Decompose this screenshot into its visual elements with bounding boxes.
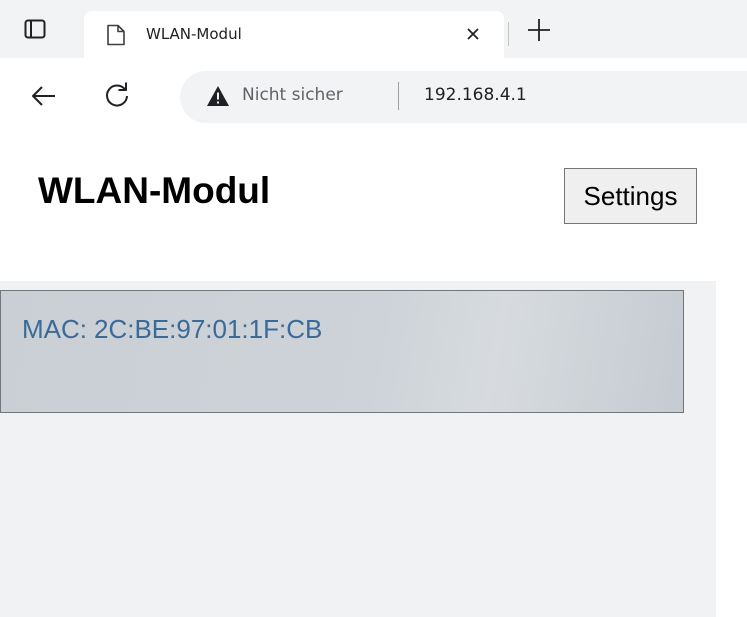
- page-title: WLAN-Modul: [38, 170, 271, 211]
- browser-toolbar: Nicht sicher 192.168.4.1: [0, 58, 747, 190]
- mac-address-text: MAC: 2C:BE:97:01:1F:CB: [22, 314, 322, 345]
- page-content: WLAN-Modul Settings MAC: 2C:BE:97:01:1F:C…: [0, 132, 747, 617]
- settings-button[interactable]: Settings: [564, 168, 697, 224]
- mac-value: 2C:BE:97:01:1F:CB: [94, 314, 323, 344]
- window-icon: [24, 19, 46, 39]
- mac-label: MAC:: [22, 314, 87, 344]
- warning-icon[interactable]: [206, 85, 230, 107]
- security-status-label[interactable]: Nicht sicher: [242, 85, 343, 105]
- url-text[interactable]: 192.168.4.1: [424, 85, 527, 105]
- reload-icon[interactable]: [102, 80, 132, 110]
- close-icon[interactable]: [463, 24, 483, 44]
- tab-title: WLAN-Modul: [146, 25, 242, 43]
- plus-icon[interactable]: [523, 14, 555, 46]
- page-icon: [107, 24, 125, 46]
- arrow-left-icon[interactable]: [30, 82, 58, 110]
- browser-tab[interactable]: WLAN-Modul: [84, 11, 504, 58]
- info-panel: MAC: 2C:BE:97:01:1F:CB: [0, 281, 716, 617]
- tab-separator: [508, 22, 509, 46]
- mac-address-box: MAC: 2C:BE:97:01:1F:CB: [0, 290, 684, 413]
- address-bar[interactable]: Nicht sicher 192.168.4.1: [180, 71, 747, 123]
- window-menu-button[interactable]: [18, 12, 52, 46]
- address-bar-separator: [398, 82, 399, 110]
- browser-tabstrip: WLAN-Modul: [0, 0, 747, 58]
